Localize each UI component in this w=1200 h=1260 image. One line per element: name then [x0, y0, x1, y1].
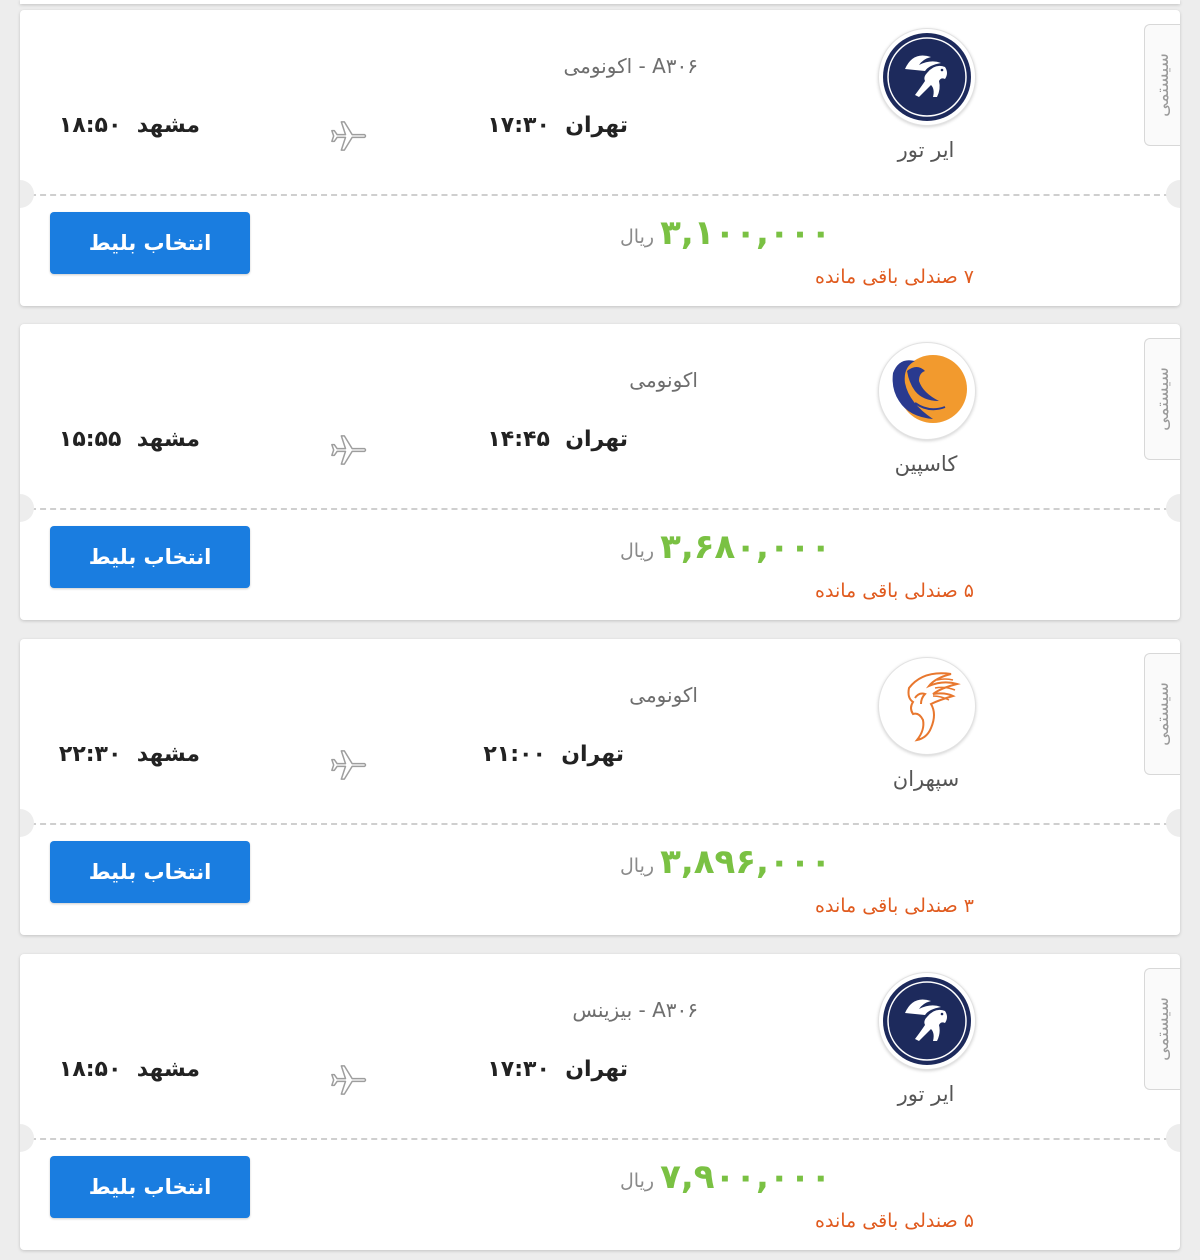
price: ۷,۹۰۰,۰۰۰ ریال: [620, 1152, 986, 1202]
seats-remaining: ۵ صندلی باقی مانده: [815, 1210, 974, 1232]
origin-time: ۲۱:۰۰: [483, 742, 546, 767]
destination: مشهد ۱۸:۵۰: [40, 113, 200, 138]
flight-class-info: اکونومی: [629, 683, 698, 707]
select-ticket-button[interactable]: انتخاب بلیط: [50, 1156, 250, 1218]
price-currency: ریال: [620, 855, 655, 877]
destination-city: مشهد: [136, 742, 200, 767]
flight-card[interactable]: سیستمی ایر تور A۳۰۶ - بیزینس تهران ۱۷:۳۰: [20, 954, 1180, 1250]
ticket-divider: [20, 1138, 1180, 1140]
system-tag: سیستمی: [1144, 24, 1180, 146]
price-amount: ۳,۱۰۰,۰۰۰: [660, 213, 832, 253]
destination-time: ۱۸:۵۰: [58, 113, 122, 138]
seats-remaining: ۳ صندلی باقی مانده: [815, 895, 974, 917]
origin-time: ۱۷:۳۰: [487, 1057, 550, 1082]
price: ۳,۱۰۰,۰۰۰ ریال: [620, 208, 986, 258]
flight-card-summary: سیستمی سپهران اکونومی تهران ۲۱:۰۰ مشهد ۲…: [20, 639, 1180, 823]
flight-card[interactable]: سیستمی کاسپین اکونومی تهران ۱۴:۴۵ مشهد ۱…: [20, 324, 1180, 620]
seats-remaining: ۷ صندلی باقی مانده: [815, 266, 974, 288]
seats-remaining: ۵ صندلی باقی مانده: [815, 580, 974, 602]
destination: مشهد ۲۲:۳۰: [40, 742, 200, 767]
system-tag: سیستمی: [1144, 338, 1180, 460]
flight-class-info: اکونومی: [629, 368, 698, 392]
ticket-divider: [20, 194, 1180, 196]
ticket-divider: [20, 823, 1180, 825]
price-currency: ریال: [620, 226, 655, 248]
destination-city: مشهد: [136, 113, 200, 138]
origin-city: تهران: [565, 1057, 628, 1082]
select-ticket-button[interactable]: انتخاب بلیط: [50, 841, 250, 903]
flight-class-info: A۳۰۶ - بیزینس: [572, 998, 698, 1022]
flight-card-summary: سیستمی ایر تور A۳۰۶ - بیزینس تهران ۱۷:۳۰: [20, 954, 1180, 1138]
airplane-icon: [331, 750, 367, 780]
origin: تهران ۱۴:۴۵: [460, 427, 628, 452]
destination-time: ۱۵:۵۵: [58, 427, 122, 452]
origin: تهران ۱۷:۳۰: [460, 1057, 628, 1082]
system-tag: سیستمی: [1144, 968, 1180, 1090]
destination-city: مشهد: [136, 1057, 200, 1082]
origin-city: تهران: [565, 113, 628, 138]
airline-name: ایر تور: [897, 138, 955, 162]
flight-card[interactable]: سیستمی سپهران اکونومی تهران ۲۱:۰۰ مشهد ۲…: [20, 639, 1180, 935]
price-amount: ۳,۶۸۰,۰۰۰: [660, 527, 832, 567]
origin: تهران ۲۱:۰۰: [460, 742, 624, 767]
airplane-icon: [331, 121, 367, 151]
origin-city: تهران: [561, 742, 624, 767]
flight-card[interactable]: سیستمی ایر تور A۳۰۶ - اکونومی تهران ۱۷:۳…: [20, 10, 1180, 306]
price-currency: ریال: [620, 1170, 655, 1192]
origin-time: ۱۴:۴۵: [487, 427, 550, 452]
origin-city: تهران: [565, 427, 628, 452]
flight-card-summary: سیستمی کاسپین اکونومی تهران ۱۴:۴۵ مشهد ۱…: [20, 324, 1180, 508]
system-tag: سیستمی: [1144, 653, 1180, 775]
flight-class-info: A۳۰۶ - اکونومی: [563, 54, 698, 78]
select-ticket-button[interactable]: انتخاب بلیط: [50, 212, 250, 274]
destination-time: ۲۲:۳۰: [58, 742, 122, 767]
caspian-bird-logo: [878, 342, 976, 440]
destination: مشهد ۱۵:۵۵: [40, 427, 200, 452]
sepehran-phoenix-logo: [878, 657, 976, 755]
airplane-icon: [331, 435, 367, 465]
destination-city: مشهد: [136, 427, 200, 452]
price: ۳,۶۸۰,۰۰۰ ریال: [620, 522, 994, 572]
flight-card-summary: سیستمی ایر تور A۳۰۶ - اکونومی تهران ۱۷:۳…: [20, 10, 1180, 194]
price-currency: ریال: [620, 540, 655, 562]
airtour-pegasus-logo: [878, 972, 976, 1070]
airplane-icon: [331, 1065, 367, 1095]
airline-name: سپهران: [892, 767, 960, 791]
origin: تهران ۱۷:۳۰: [460, 113, 628, 138]
airtour-pegasus-logo: [878, 28, 976, 126]
price: ۳,۸۹۶,۰۰۰ ریال: [620, 837, 996, 887]
origin-time: ۱۷:۳۰: [487, 113, 550, 138]
select-ticket-button[interactable]: انتخاب بلیط: [50, 526, 250, 588]
airline-name: ایر تور: [897, 1082, 955, 1106]
destination: مشهد ۱۸:۵۰: [40, 1057, 200, 1082]
ticket-divider: [20, 508, 1180, 510]
destination-time: ۱۸:۵۰: [58, 1057, 122, 1082]
price-amount: ۳,۸۹۶,۰۰۰: [660, 842, 832, 882]
previous-card-edge: [20, 0, 1180, 4]
flight-results-list: سیستمی ایر تور A۳۰۶ - اکونومی تهران ۱۷:۳…: [0, 0, 1200, 1260]
price-amount: ۷,۹۰۰,۰۰۰: [660, 1157, 832, 1197]
airline-name: کاسپین: [894, 452, 958, 476]
